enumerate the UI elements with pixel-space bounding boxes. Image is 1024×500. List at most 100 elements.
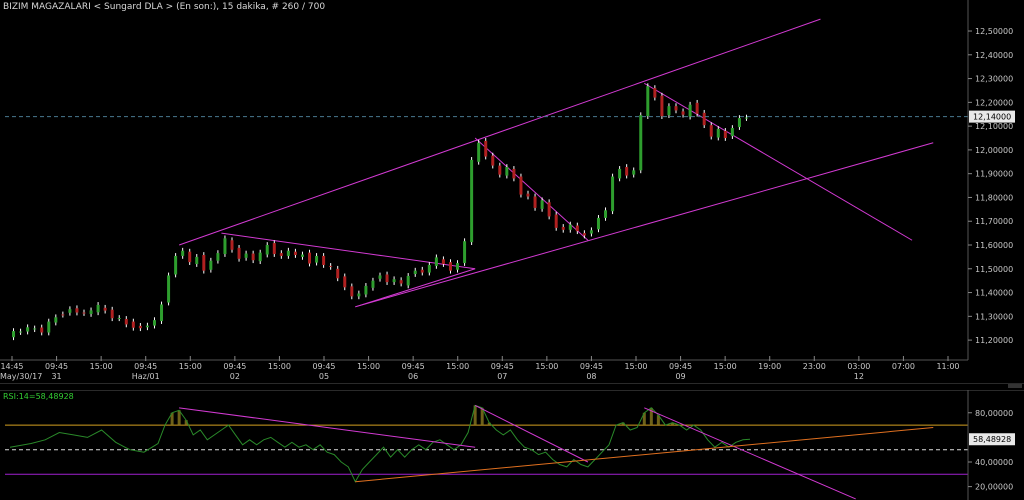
candle-body <box>625 167 629 176</box>
rsi-trend-line <box>644 407 856 500</box>
candle-body <box>505 167 509 176</box>
candle-body <box>26 327 30 332</box>
candle-body <box>174 255 178 275</box>
price-y-tick-label: 12,00000 <box>975 146 1013 155</box>
price-chart[interactable]: 12,14000 12,50000 12,40000 12,30000 12,2000… <box>0 0 1024 383</box>
price-y-tick-label: 12,40000 <box>975 51 1013 60</box>
candle-body <box>575 225 579 232</box>
candle-body <box>540 200 544 209</box>
candle-body <box>434 257 438 266</box>
time-x-date-label: 08 <box>586 372 596 381</box>
candle-body <box>413 270 417 275</box>
candle-body <box>639 115 643 171</box>
time-x-date-label: 06 <box>408 372 418 381</box>
trend-line <box>355 142 934 308</box>
candle-body <box>568 224 572 230</box>
candle-body <box>357 293 361 297</box>
candle-body <box>723 130 727 139</box>
candle-body <box>392 279 396 283</box>
time-x-date-label: May/30/17 <box>0 372 42 381</box>
candle-body <box>350 286 354 297</box>
candle-body <box>709 125 713 137</box>
price-candles <box>12 83 748 341</box>
candle-body <box>138 325 142 329</box>
candle-body <box>618 168 622 179</box>
rsi-chart[interactable]: 80,00000 58,48928 40,00000 20,00000 <box>0 390 1024 500</box>
price-y-tick-label: 12,20000 <box>975 98 1013 107</box>
candle-body <box>406 275 410 286</box>
candle-body <box>315 255 319 263</box>
time-x-date-label: 02 <box>230 372 240 381</box>
candle-body <box>526 193 530 197</box>
candle-body <box>744 117 748 119</box>
price-trendlines <box>178 18 934 308</box>
candle-body <box>498 165 502 175</box>
candle-body <box>336 268 340 279</box>
separator-handle[interactable] <box>1008 384 1022 388</box>
candle-body <box>152 320 156 326</box>
time-x-tick-label: 15:00 <box>714 362 737 371</box>
candle-body <box>646 86 650 117</box>
candle-body <box>343 276 347 288</box>
candle-body <box>371 280 375 288</box>
candle-body <box>12 331 16 338</box>
last-price-line: 12,14000 <box>5 110 1015 123</box>
candle-body <box>167 275 171 303</box>
rsi-y-axis[interactable]: 80,00000 58,48928 40,00000 20,00000 <box>967 390 1015 500</box>
price-y-tick-label: 11,80000 <box>975 193 1013 202</box>
time-x-date-label: 07 <box>497 372 507 381</box>
time-x-tick-label: 07:00 <box>892 362 915 371</box>
time-x-tick-label: 09:45 <box>580 362 603 371</box>
price-y-tick-label: 11,40000 <box>975 289 1013 298</box>
candle-body <box>209 260 213 270</box>
candle-body <box>533 196 537 208</box>
price-y-tick-label: 11,90000 <box>975 170 1013 179</box>
candle-body <box>237 247 241 259</box>
rsi-y-tick-label: 40,00000 <box>975 458 1013 467</box>
candle-body <box>230 240 234 250</box>
time-x-tick-label: 14:45 <box>0 362 23 371</box>
candle-body <box>632 170 636 175</box>
price-y-tick-label: 11,30000 <box>975 312 1013 321</box>
candle-body <box>279 253 283 256</box>
candle-body <box>286 250 290 256</box>
time-x-tick-label: 15:00 <box>268 362 291 371</box>
rsi-label-text: RSI:14=58,48928 <box>3 392 74 401</box>
candle-body <box>89 310 93 314</box>
candle-body <box>519 176 523 195</box>
rsi-trend-line <box>355 427 934 483</box>
time-x-tick-label: 03:00 <box>847 362 870 371</box>
rsi-series <box>9 404 751 483</box>
candle-body <box>667 106 671 116</box>
candle-body <box>702 112 706 126</box>
candle-body <box>427 264 431 273</box>
time-x-date-label: 12 <box>854 372 864 381</box>
time-x-tick-label: 09:45 <box>134 362 157 371</box>
time-x-tick-label: 09:45 <box>312 362 335 371</box>
time-x-date-label: Haz/01 <box>132 372 160 381</box>
price-y-tick-label: 12,50000 <box>975 27 1013 36</box>
time-x-date-label: 09 <box>675 372 685 381</box>
time-x-date-label: 05 <box>319 372 329 381</box>
price-y-tick-label: 11,70000 <box>975 217 1013 226</box>
rsi-label: RSI:14=58,48928 <box>3 392 74 401</box>
candle-body <box>19 331 23 333</box>
candle-body <box>477 142 481 162</box>
time-x-axis[interactable]: 14:45May/30/1709:453115:00 09:45Haz/0115:… <box>0 356 968 381</box>
candle-body <box>604 210 608 218</box>
time-x-tick-label: 19:00 <box>758 362 781 371</box>
candle-body <box>441 259 445 265</box>
time-x-tick-label: 15:00 <box>179 362 202 371</box>
candle-body <box>329 265 333 267</box>
candle-body <box>82 312 86 314</box>
candle-body <box>611 176 615 212</box>
price-y-axis[interactable]: 12,50000 12,40000 12,30000 12,20000 12,10000… <box>967 0 1013 360</box>
candle-body <box>470 159 474 243</box>
candle-body <box>420 269 424 273</box>
candle-body <box>145 325 149 328</box>
last-price-label: 12,14000 <box>973 113 1011 122</box>
price-y-tick-label: 11,20000 <box>975 336 1013 345</box>
candle-body <box>399 280 403 284</box>
candle-body <box>160 304 164 322</box>
rsi-levels <box>5 424 968 475</box>
